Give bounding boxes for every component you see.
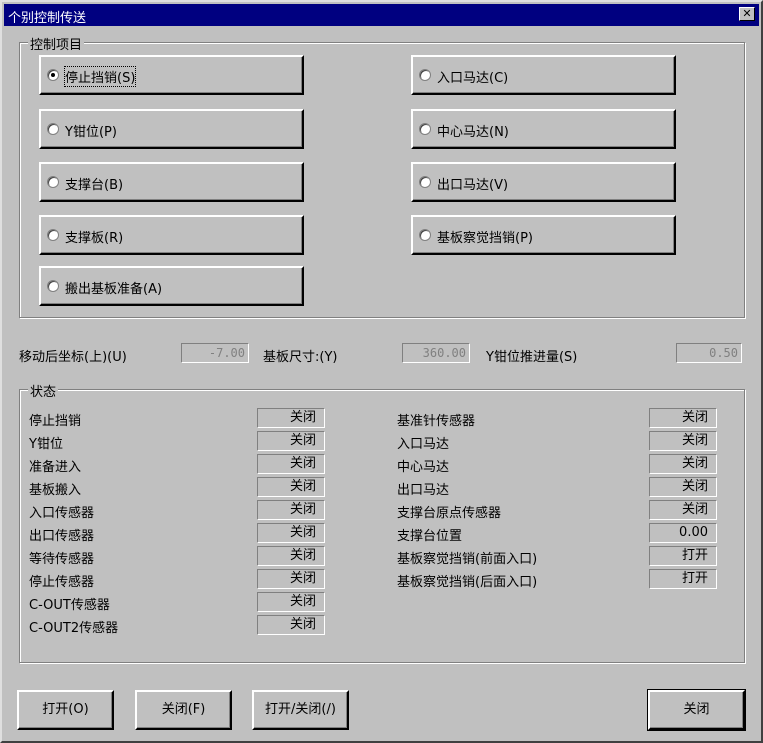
option-label: 支撑板(R) bbox=[65, 231, 124, 246]
radio-icon bbox=[47, 176, 59, 188]
option-support-table[interactable]: 支撑台(B) bbox=[39, 162, 304, 202]
radio-icon bbox=[47, 229, 59, 241]
status-value: 关闭 bbox=[257, 454, 325, 474]
status-group: 状态 bbox=[19, 381, 745, 663]
status-value: 打开 bbox=[649, 569, 717, 589]
open-button[interactable]: 打开(O) bbox=[17, 690, 114, 730]
status-value: 0.00 bbox=[649, 523, 717, 543]
status-group-label: 状态 bbox=[28, 381, 59, 400]
option-label: Y钳位(P) bbox=[65, 125, 117, 140]
status-value: 关闭 bbox=[257, 523, 325, 543]
option-label: 支撑台(B) bbox=[65, 178, 124, 193]
status-value: 关闭 bbox=[257, 592, 325, 612]
toggle-open-close-button[interactable]: 打开/关闭(/) bbox=[252, 690, 349, 730]
status-value: 关闭 bbox=[257, 500, 325, 520]
status-value: 关闭 bbox=[649, 454, 717, 474]
move-coord-field[interactable]: -7.00 bbox=[181, 343, 249, 363]
option-label: 停止挡销(S) bbox=[63, 66, 137, 87]
clamp-push-field[interactable]: 0.50 bbox=[676, 343, 742, 363]
status-value: 关闭 bbox=[257, 569, 325, 589]
status-label: 出口马达 bbox=[397, 483, 450, 498]
radio-icon bbox=[419, 176, 431, 188]
status-value: 关闭 bbox=[649, 431, 717, 451]
close-icon[interactable]: ✕ bbox=[739, 7, 755, 21]
radio-checked-icon bbox=[47, 69, 59, 81]
status-label: C-OUT传感器 bbox=[29, 598, 110, 613]
status-value: 关闭 bbox=[649, 500, 717, 520]
option-label: 出口马达(V) bbox=[437, 178, 509, 193]
status-value: 关闭 bbox=[649, 477, 717, 497]
radio-icon bbox=[47, 280, 59, 292]
option-board-detect-pin[interactable]: 基板察觉挡销(P) bbox=[411, 215, 676, 255]
control-items-group-label: 控制项目 bbox=[28, 34, 85, 53]
status-value: 关闭 bbox=[649, 408, 717, 428]
option-label: 搬出基板准备(A) bbox=[65, 282, 163, 297]
status-label: 基板察觉挡销(后面入口) bbox=[397, 575, 538, 590]
close-dialog-button[interactable]: 关闭 bbox=[647, 689, 746, 731]
status-value: 关闭 bbox=[257, 615, 325, 635]
option-y-clamp[interactable]: Y钳位(P) bbox=[39, 109, 304, 149]
option-center-motor[interactable]: 中心马达(N) bbox=[411, 109, 676, 149]
status-label: 基准针传感器 bbox=[397, 414, 476, 429]
clamp-push-label: Y钳位推进量(S) bbox=[486, 350, 578, 365]
status-label: 基板搬入 bbox=[29, 483, 82, 498]
option-label: 入口马达(C) bbox=[437, 71, 509, 86]
status-label: C-OUT2传感器 bbox=[29, 621, 119, 636]
option-entry-motor[interactable]: 入口马达(C) bbox=[411, 55, 676, 95]
option-board-out-prep[interactable]: 搬出基板准备(A) bbox=[39, 266, 304, 306]
status-label: 中心马达 bbox=[397, 460, 450, 475]
radio-icon bbox=[419, 123, 431, 135]
status-label: 停止传感器 bbox=[29, 575, 95, 590]
status-value: 关闭 bbox=[257, 477, 325, 497]
status-label: Y钳位 bbox=[29, 437, 63, 452]
option-exit-motor[interactable]: 出口马达(V) bbox=[411, 162, 676, 202]
move-coord-label: 移动后坐标(上)(U) bbox=[19, 350, 127, 365]
status-value: 关闭 bbox=[257, 408, 325, 428]
close-f-button[interactable]: 关闭(F) bbox=[135, 690, 232, 730]
radio-icon bbox=[419, 229, 431, 241]
radio-icon bbox=[419, 69, 431, 81]
option-label: 中心马达(N) bbox=[437, 125, 509, 140]
status-label: 支撑台原点传感器 bbox=[397, 506, 502, 521]
status-label: 准备进入 bbox=[29, 460, 82, 475]
option-support-plate[interactable]: 支撑板(R) bbox=[39, 215, 304, 255]
option-stop-pin[interactable]: 停止挡销(S) bbox=[39, 55, 304, 95]
board-size-field[interactable]: 360.00 bbox=[402, 343, 470, 363]
status-label: 入口马达 bbox=[397, 437, 450, 452]
window-title: 个别控制传送 bbox=[8, 11, 87, 26]
status-label: 基板察觉挡销(前面入口) bbox=[397, 552, 538, 567]
status-label: 出口传感器 bbox=[29, 529, 95, 544]
status-value: 打开 bbox=[649, 546, 717, 566]
status-label: 入口传感器 bbox=[29, 506, 95, 521]
board-size-label: 基板尺寸:(Y) bbox=[263, 350, 338, 365]
radio-icon bbox=[47, 123, 59, 135]
status-label: 停止挡销 bbox=[29, 414, 82, 429]
status-value: 关闭 bbox=[257, 431, 325, 451]
option-label: 基板察觉挡销(P) bbox=[437, 231, 533, 246]
status-label: 等待传感器 bbox=[29, 552, 95, 567]
status-value: 关闭 bbox=[257, 546, 325, 566]
status-label: 支撑台位置 bbox=[397, 529, 463, 544]
title-bar: 个别控制传送 ✕ bbox=[4, 4, 759, 26]
